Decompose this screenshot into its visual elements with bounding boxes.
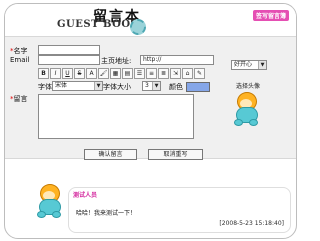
size-select-value: 3 [145, 82, 149, 89]
list-button[interactable]: ▤ [122, 68, 133, 79]
message-label-text: 留言 [13, 95, 28, 103]
image-button[interactable]: ⇲ [170, 68, 181, 79]
table-button[interactable]: ▦ [110, 68, 121, 79]
avatar-preview [231, 92, 259, 126]
entry-timestamp: [2008-5-23 15:18:40] [219, 220, 284, 227]
name-input[interactable] [38, 45, 100, 55]
color-label: 颜色 [169, 83, 183, 91]
size-select[interactable]: 3 ▼ [142, 81, 161, 91]
avatar-select-value: 好开心 [234, 61, 253, 68]
submit-button[interactable]: 确认留言 [84, 149, 137, 160]
italic-button[interactable]: I [50, 68, 61, 79]
message-form: *名字 Email 主页地址: http:// B I U S A 🖌 ▦ ▤ … [5, 36, 296, 160]
brush-button[interactable]: 🖌 [98, 68, 109, 79]
chevron-down-icon: ▼ [152, 82, 160, 90]
name-label-text: 名字 [13, 47, 28, 55]
text-color-button[interactable]: A [86, 68, 97, 79]
chevron-down-icon: ▼ [94, 82, 102, 90]
mascot-icon [231, 92, 259, 126]
font-select-value: 宋体 [55, 82, 68, 89]
homepage-label: 主页地址: [101, 57, 132, 65]
edit-button[interactable]: ✎ [194, 68, 205, 79]
sign-guestbook-link[interactable]: 签写留言簿 [252, 10, 289, 21]
cancel-button[interactable]: 取消重写 [148, 149, 203, 160]
bold-button[interactable]: B [38, 68, 49, 79]
entry-avatar [34, 184, 62, 218]
formatting-toolbar: B I U S A 🖌 ▦ ▤ ☰ ≡ ≣ ⇲ ⌂ ✎ [38, 68, 205, 79]
message-textarea[interactable] [38, 94, 194, 139]
avatar-label: 选择头像 [236, 83, 261, 90]
guestbook-header: 留言本 GUEST BOOK 签写留言簿 [5, 4, 296, 35]
guestbook-window: 留言本 GUEST BOOK 签写留言簿 *名字 Email 主页地址: htt… [4, 3, 297, 239]
link-button[interactable]: ⌂ [182, 68, 193, 79]
guestbook-entry: 测试人员 哈哈！我来测试一下！ [2008-5-23 15:18:40] [68, 187, 291, 233]
entry-message: 哈哈！我来测试一下！ [76, 210, 137, 217]
homepage-input[interactable]: http:// [140, 55, 214, 65]
font-select[interactable]: 宋体 ▼ [52, 81, 103, 91]
entry-author: 测试人员 [73, 192, 98, 199]
guestbook-title-en: GUEST BOOK [57, 19, 140, 30]
message-label: *留言 [10, 95, 28, 103]
underline-button[interactable]: U [62, 68, 73, 79]
align-center-button[interactable]: ≡ [146, 68, 157, 79]
mascot-icon [34, 184, 62, 218]
email-input[interactable] [38, 55, 100, 65]
color-swatch[interactable] [186, 82, 210, 92]
size-label: 字体大小 [103, 83, 131, 91]
sun-icon [130, 19, 146, 35]
align-right-button[interactable]: ≣ [158, 68, 169, 79]
chevron-down-icon: ▼ [258, 61, 266, 69]
email-label: Email [10, 56, 30, 64]
align-left-button[interactable]: ☰ [134, 68, 145, 79]
name-label: *名字 [10, 47, 28, 55]
strikethrough-button[interactable]: S [74, 68, 85, 79]
avatar-select[interactable]: 好开心 ▼ [231, 60, 267, 70]
font-label: 字体 [38, 83, 52, 91]
